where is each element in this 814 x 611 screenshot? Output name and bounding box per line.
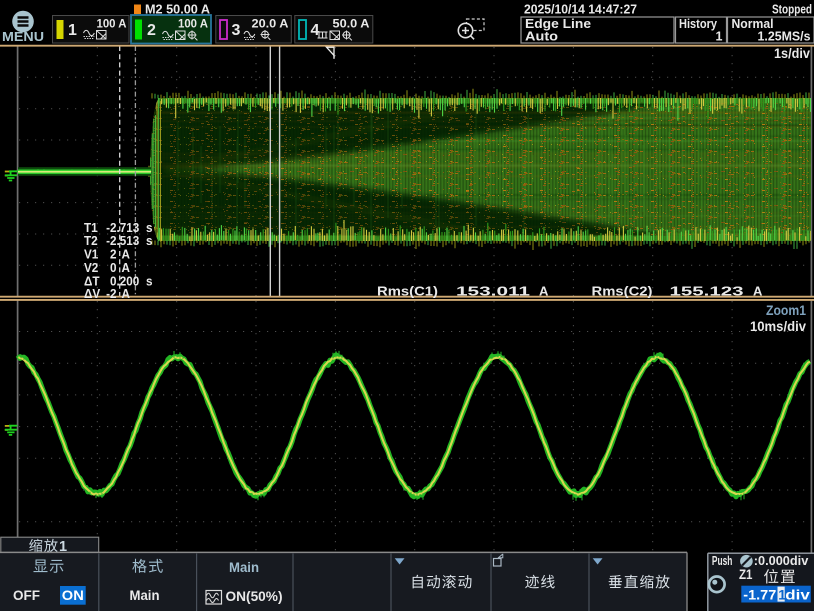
svg-text:153.011: 153.011 [456, 284, 530, 299]
svg-text:2025/10/14 14:47:27: 2025/10/14 14:47:27 [524, 2, 637, 17]
svg-text:div: div [785, 587, 810, 603]
svg-text:-2: -2 [106, 286, 117, 301]
svg-text:1: 1 [68, 22, 77, 39]
svg-text:3: 3 [232, 22, 241, 39]
svg-text:1s/div: 1s/div [774, 45, 810, 61]
svg-text:155.123: 155.123 [670, 284, 744, 299]
svg-text:100 A: 100 A [97, 17, 127, 31]
svg-text:20.0 A: 20.0 A [252, 17, 289, 31]
svg-text:10ms/div: 10ms/div [750, 318, 806, 334]
svg-text:-1.77: -1.77 [743, 587, 776, 603]
svg-text:Auto: Auto [525, 30, 558, 44]
svg-text:s: s [146, 234, 153, 249]
svg-text:50.0 A: 50.0 A [333, 17, 370, 31]
svg-text:Rms(C2): Rms(C2) [592, 284, 653, 299]
svg-text:A: A [122, 286, 131, 301]
svg-text:ON: ON [62, 588, 84, 603]
svg-text:ΔV: ΔV [84, 286, 101, 301]
svg-text:1: 1 [716, 30, 723, 44]
svg-text:100 A: 100 A [178, 17, 208, 31]
svg-text:MENU: MENU [2, 30, 44, 44]
svg-text:OFF: OFF [13, 587, 40, 603]
svg-text:Main: Main [229, 560, 259, 575]
svg-text:Stopped: Stopped [772, 2, 812, 17]
svg-text:4: 4 [311, 22, 320, 39]
svg-text:Zoom1: Zoom1 [766, 302, 806, 318]
svg-text:Rms(C1): Rms(C1) [377, 284, 438, 299]
svg-text:1.25MS/s: 1.25MS/s [758, 30, 811, 44]
svg-text:Main: Main [130, 588, 160, 603]
svg-text:A: A [539, 284, 549, 299]
svg-text:History: History [679, 17, 717, 31]
svg-text:Push: Push [712, 553, 733, 568]
svg-text:ON(50%): ON(50%) [226, 589, 283, 604]
svg-text:2: 2 [147, 22, 156, 39]
svg-text:s: s [146, 274, 153, 289]
svg-text:Z1: Z1 [739, 567, 753, 582]
svg-text::0.000div: :0.000div [754, 553, 809, 568]
svg-text:A: A [753, 284, 763, 299]
